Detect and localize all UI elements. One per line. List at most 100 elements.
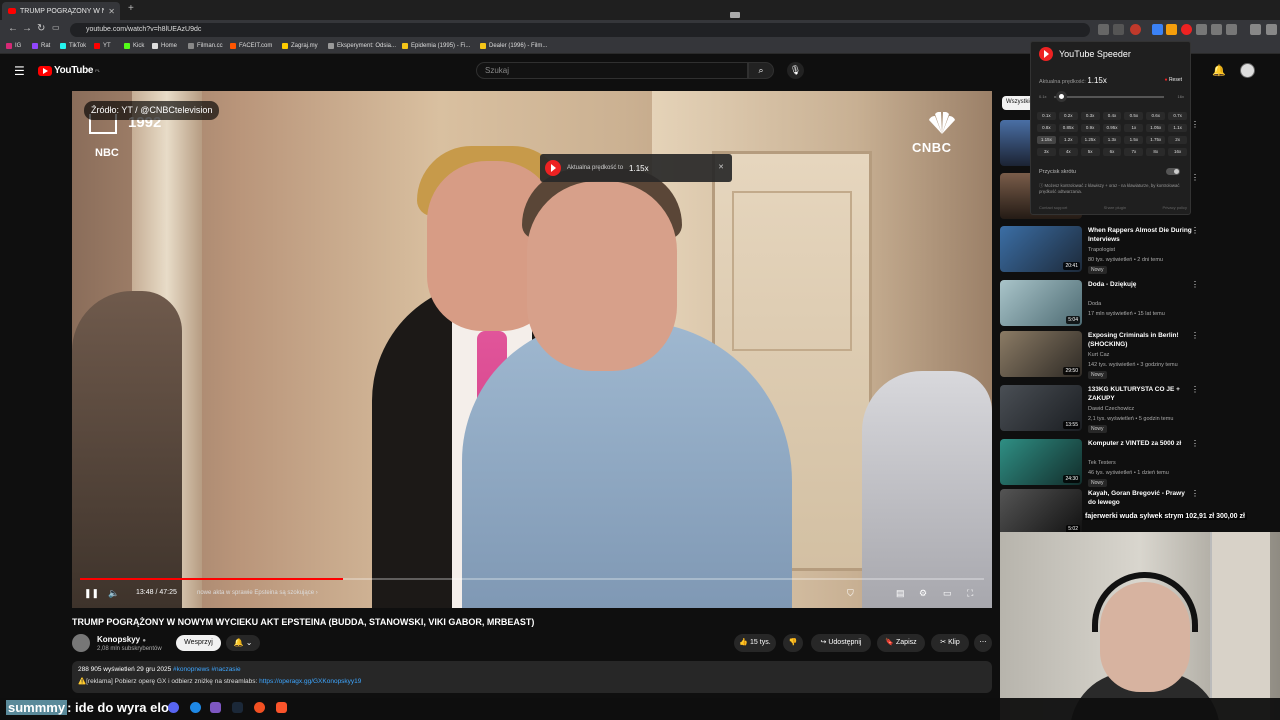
bookmark-item[interactable]: Zagraj.my <box>282 43 318 49</box>
bookmark-item[interactable]: YT <box>94 43 111 49</box>
speed-preset-button[interactable]: 0.85x <box>1058 124 1078 132</box>
more-options-icon[interactable]: ⋮ <box>1191 226 1199 235</box>
search-input[interactable]: Szukaj <box>476 62 748 79</box>
video-player[interactable] <box>72 91 992 608</box>
speed-preset-button[interactable]: 0.9x <box>1080 124 1100 132</box>
share-icon[interactable] <box>1113 24 1124 35</box>
new-tab-button[interactable]: + <box>128 3 134 14</box>
recommendation-item[interactable]: 29:50 Exposing Criminals in Berlin! (SHOC… <box>1000 331 1205 381</box>
speed-preset-button[interactable]: 5x <box>1080 148 1100 156</box>
browser-tab-active[interactable]: TRUMP POGRĄŻONY W NO... ✕ <box>2 2 120 20</box>
speed-preset-button[interactable]: 1.1x <box>1168 124 1187 132</box>
speed-slider[interactable]: 0.1x 16x <box>1039 91 1184 102</box>
speed-preset-button[interactable]: 1.25x <box>1080 136 1100 144</box>
account-avatar[interactable] <box>1240 63 1255 78</box>
extension-icon[interactable] <box>1152 24 1163 35</box>
reset-button[interactable]: ● Reset <box>1165 77 1182 83</box>
back-icon[interactable]: ← <box>8 23 18 34</box>
brave-icon[interactable] <box>276 702 287 713</box>
brave-shields-icon[interactable] <box>1130 24 1141 35</box>
hamburger-menu-icon[interactable]: ☰ <box>14 64 25 78</box>
more-options-icon[interactable]: ⋮ <box>1191 120 1199 129</box>
subtitles-icon[interactable]: ▤ <box>896 588 905 599</box>
more-options-icon[interactable]: ⋮ <box>1191 439 1199 448</box>
speed-preset-button[interactable]: 0.1x <box>1037 112 1056 120</box>
more-options-icon[interactable]: ⋮ <box>1191 489 1199 498</box>
youtube-speeder-extension-icon[interactable] <box>1181 24 1192 35</box>
bookmark-item[interactable]: Eksperyment: Odsia... <box>328 43 396 49</box>
settings-gear-icon[interactable]: ⚙ <box>919 588 927 599</box>
contact-support-link[interactable]: Contact support <box>1039 205 1067 210</box>
speed-preset-button[interactable]: 0.7x <box>1168 112 1187 120</box>
privacy-policy-link[interactable]: Privacy policy <box>1163 205 1187 210</box>
url-field[interactable]: youtube.com/watch?v=h8lUEAzU9dc <box>70 23 1090 37</box>
recommendation-item[interactable]: 24:30 Komputer z VINTED za 5000 zł Tek Tes… <box>1000 439 1205 489</box>
speed-preset-button[interactable]: 1.3x <box>1102 136 1122 144</box>
recommendation-item[interactable]: 5:04 Doda - Dziękuję Doda 17 mln wyświetleń… <box>1000 280 1205 330</box>
discord-icon[interactable] <box>168 702 179 713</box>
bookmarks-sidebar-icon[interactable]: ▭ <box>52 23 60 32</box>
menu-icon[interactable] <box>1266 24 1277 35</box>
dislike-button[interactable]: 👎 <box>783 634 803 652</box>
chrome-icon[interactable] <box>190 702 201 713</box>
app-icon[interactable] <box>254 702 265 713</box>
bookmark-item[interactable]: Filman.cc <box>188 43 223 49</box>
speed-preset-button[interactable]: 7x <box>1124 148 1144 156</box>
forward-icon[interactable]: → <box>22 23 32 34</box>
like-button[interactable]: 👍 15 tys. <box>734 634 776 652</box>
more-options-icon[interactable]: ⋮ <box>1191 385 1199 394</box>
description-link[interactable]: https://operagx.gg/GXKonopskyy19 <box>259 678 361 685</box>
channel-avatar[interactable] <box>72 634 90 652</box>
wallet-icon[interactable] <box>1250 24 1261 35</box>
speed-preset-button[interactable]: 0.5x <box>1124 112 1144 120</box>
video-progress-bar[interactable] <box>80 578 984 580</box>
fullscreen-icon[interactable]: ⛶ <box>967 588 973 599</box>
close-tab-icon[interactable]: ✕ <box>108 7 115 16</box>
speed-preset-button[interactable]: 1.05x <box>1146 124 1166 132</box>
hashtags[interactable]: #konopnews #naczasie <box>173 666 241 673</box>
recommendation-item[interactable]: 20:41 When Rappers Almost Die During Inte… <box>1000 226 1205 276</box>
recommendation-item[interactable]: 13:55 133KG KULTURYSTA CO JE + ZAKUPY Dawi… <box>1000 385 1205 435</box>
extensions-puzzle-icon[interactable] <box>1196 24 1207 35</box>
speed-preset-button[interactable]: 0.8x <box>1037 124 1056 132</box>
extension-icon[interactable] <box>1166 24 1177 35</box>
speed-preset-button[interactable]: 8x <box>1146 148 1166 156</box>
speed-preset-button[interactable]: 1.5x <box>1124 136 1144 144</box>
share-button[interactable]: ↪ Udostępnij <box>811 634 871 652</box>
slider-rail[interactable] <box>1054 96 1164 98</box>
more-actions-button[interactable]: ⋯ <box>974 634 992 652</box>
shortcut-toggle[interactable] <box>1166 168 1180 175</box>
subscription-bell-button[interactable]: 🔔 ⌄ <box>226 635 260 651</box>
microphone-icon[interactable]: 🎙 <box>787 62 804 79</box>
speed-preset-button[interactable]: 6x <box>1102 148 1122 156</box>
download-icon[interactable] <box>1211 24 1222 35</box>
notifications-bell-icon[interactable]: 🔔 <box>1212 64 1226 77</box>
bookmark-item[interactable]: IG <box>6 43 21 49</box>
save-button[interactable]: 🔖 Zapisz <box>877 634 925 652</box>
speed-preset-button[interactable]: 4x <box>1058 148 1078 156</box>
speed-preset-button[interactable]: 0.4x <box>1102 112 1122 120</box>
bookmark-item[interactable]: Epidemia (1995) - Fi... <box>402 43 470 49</box>
speed-preset-button[interactable]: 1.75x <box>1146 136 1166 144</box>
bookmark-item[interactable]: Rat <box>32 43 50 49</box>
youtube-logo[interactable]: YouTube PL <box>38 65 100 76</box>
speed-preset-button[interactable]: 1.2x <box>1058 136 1078 144</box>
bookmark-item[interactable]: FACEIT.com <box>230 43 272 49</box>
support-button[interactable]: Wesprzyj <box>176 635 221 651</box>
speed-preset-button[interactable]: 0.2x <box>1058 112 1078 120</box>
bookmark-item[interactable]: Dealer (1996) - Film... <box>480 43 547 49</box>
speed-preset-button[interactable]: 0.95x <box>1102 124 1122 132</box>
shield-icon[interactable]: ⛉ <box>847 588 854 599</box>
bookmark-item[interactable]: Kick <box>124 43 144 49</box>
speed-preset-button[interactable]: 0.6x <box>1146 112 1166 120</box>
slider-knob[interactable] <box>1056 91 1068 102</box>
more-options-icon[interactable]: ⋮ <box>1191 280 1199 289</box>
speed-preset-button[interactable]: 1.15x <box>1037 136 1056 144</box>
speed-preset-button[interactable]: 3x <box>1037 148 1056 156</box>
volume-icon[interactable]: 🔈 <box>108 588 119 599</box>
speed-preset-button[interactable]: 16x <box>1168 148 1187 156</box>
install-app-icon[interactable] <box>1098 24 1109 35</box>
close-toast-icon[interactable]: ✕ <box>718 163 724 171</box>
search-button[interactable]: ⌕ <box>748 62 774 79</box>
bookmark-item[interactable]: TikTok <box>60 43 86 49</box>
